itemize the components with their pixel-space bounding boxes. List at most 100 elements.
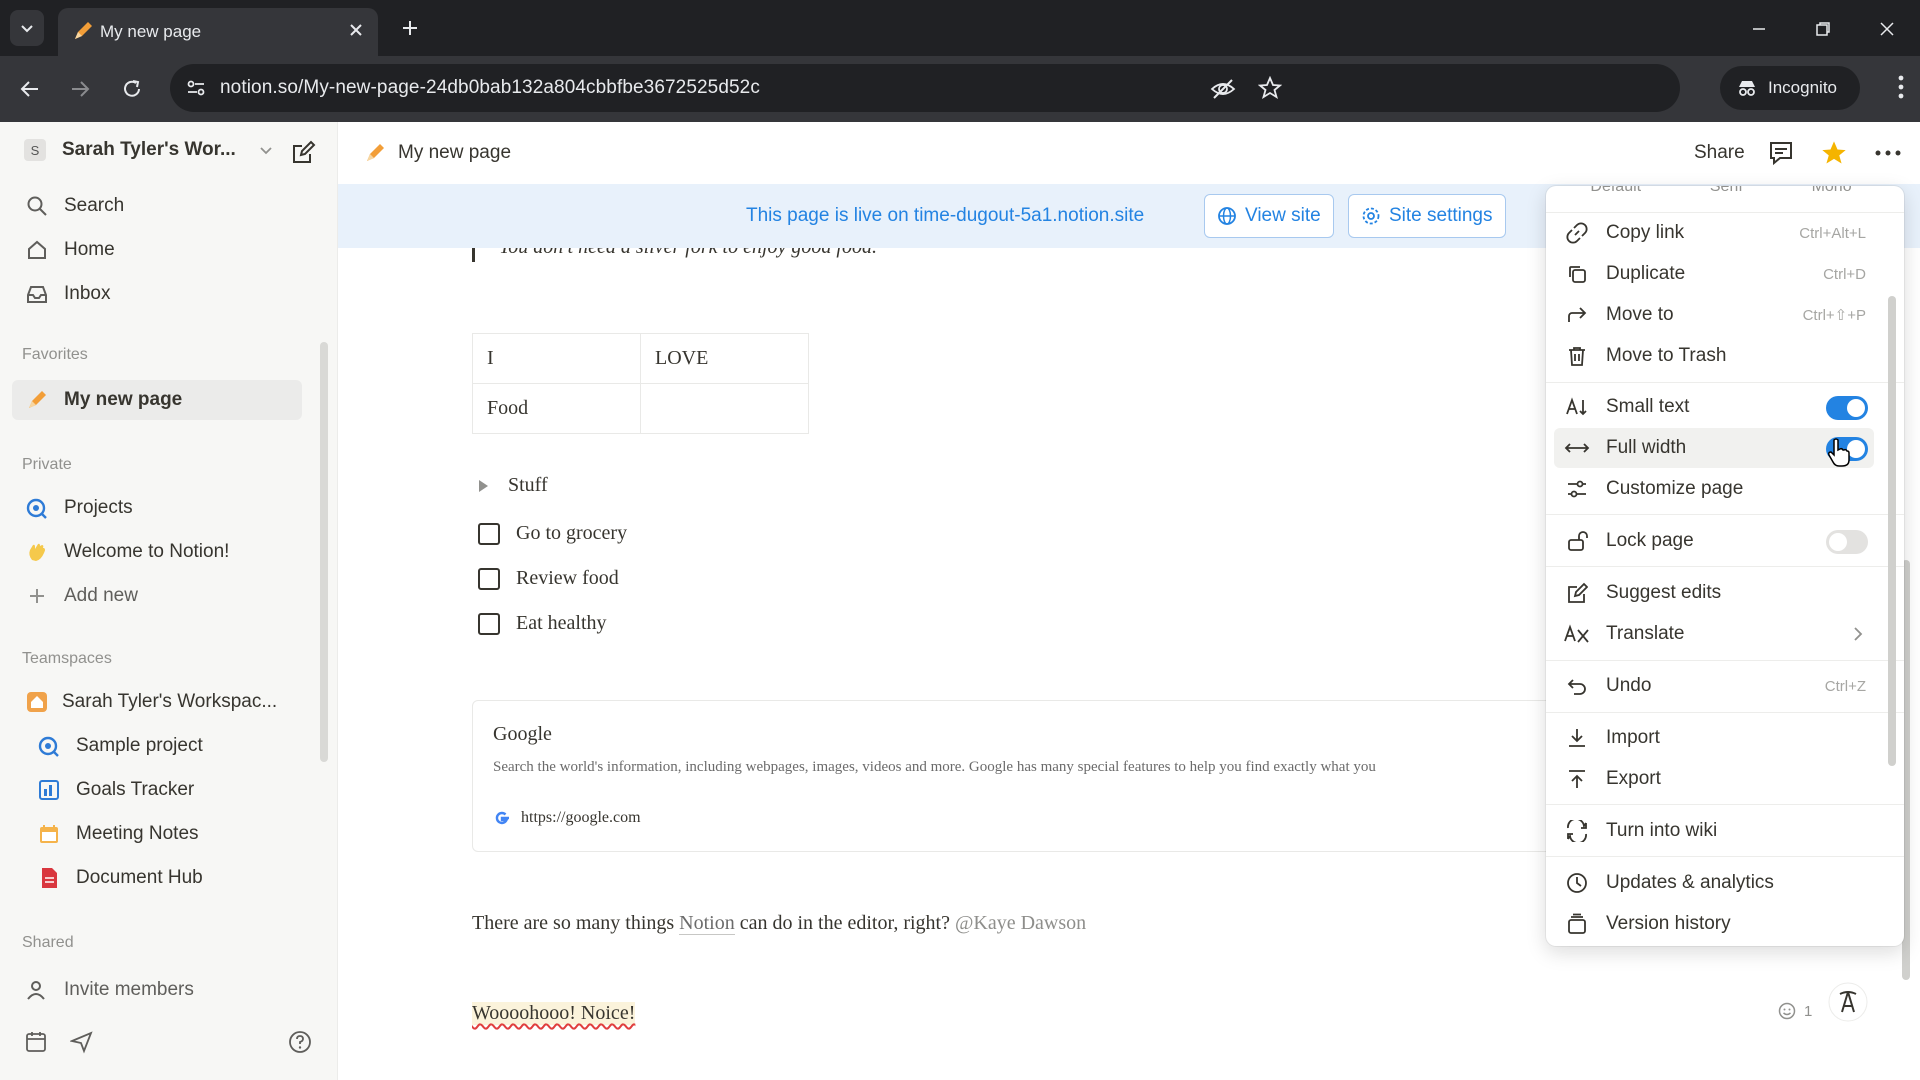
menu-scrollbar[interactable]: [1888, 296, 1896, 766]
menu-item-duplicate[interactable]: Duplicate Ctrl+D: [1554, 254, 1874, 294]
site-info-icon[interactable]: [184, 76, 208, 100]
sidebar-item-meeting-notes[interactable]: Meeting Notes: [12, 814, 302, 854]
font-option-mono[interactable]: Mono: [1812, 186, 1852, 196]
sidebar-item-my-new-page[interactable]: My new page: [12, 380, 302, 420]
user-mention[interactable]: @Kaye Dawson: [955, 912, 1086, 934]
menu-item-move-to-trash[interactable]: Move to Trash: [1554, 336, 1874, 376]
table-cell[interactable]: [640, 383, 809, 434]
invite-members-button[interactable]: Invite members: [12, 970, 302, 1010]
favorites-heading[interactable]: Favorites: [22, 346, 88, 364]
minimize-button[interactable]: [1744, 14, 1774, 44]
toggle-block[interactable]: Stuff: [476, 474, 548, 497]
share-button[interactable]: Share: [1694, 142, 1745, 164]
checkbox[interactable]: [478, 567, 500, 590]
todo-item[interactable]: Go to grocery: [478, 522, 627, 545]
notion-ai-icon[interactable]: [1828, 982, 1868, 1022]
menu-item-export[interactable]: Export: [1554, 759, 1874, 799]
toggle-knob: [1829, 533, 1847, 551]
incognito-indicator[interactable]: Incognito: [1720, 66, 1860, 110]
menu-item-translate[interactable]: Translate: [1554, 614, 1874, 654]
paragraph[interactable]: There are so many things Notion can do i…: [472, 912, 1086, 935]
reload-button[interactable]: [116, 73, 148, 105]
browser-tab[interactable]: My new page: [58, 8, 378, 56]
table-cell[interactable]: Food: [472, 383, 641, 434]
sidebar-item-add-new[interactable]: Add new: [12, 576, 302, 616]
close-tab-icon[interactable]: [346, 20, 366, 40]
font-option-default[interactable]: Default: [1590, 186, 1641, 196]
restore-button[interactable]: [1808, 14, 1838, 44]
bookmark-star-icon[interactable]: [1258, 76, 1282, 100]
table-cell[interactable]: I: [472, 333, 641, 384]
sidebar-item-document-hub[interactable]: Document Hub: [12, 858, 302, 898]
help-icon[interactable]: [288, 1030, 312, 1054]
undo-icon: [1564, 675, 1590, 697]
menu-item-suggest-edits[interactable]: Suggest edits: [1554, 573, 1874, 613]
forward-button[interactable]: [64, 73, 96, 105]
sidebar-scrollbar[interactable]: [320, 342, 328, 762]
sidebar-item-projects[interactable]: Projects: [12, 488, 302, 528]
menu-item-updates-analytics[interactable]: Updates & analytics: [1554, 863, 1874, 903]
shared-heading[interactable]: Shared: [22, 934, 74, 952]
menu-item-small-text[interactable]: Small text: [1554, 387, 1874, 427]
reaction-counter[interactable]: 1: [1778, 1002, 1812, 1020]
shortcut-hint: Ctrl+Alt+L: [1799, 224, 1866, 242]
sidebar-item-search[interactable]: Search: [12, 186, 302, 226]
sidebar-item-welcome[interactable]: Welcome to Notion!: [12, 532, 302, 572]
plus-icon: [403, 21, 417, 35]
sidebar-item-workspace[interactable]: Sarah Tyler's Workspac...: [12, 682, 302, 722]
new-page-button[interactable]: [290, 140, 316, 166]
checkbox[interactable]: [478, 522, 500, 545]
new-tab-button[interactable]: [396, 14, 424, 42]
bookmark-card[interactable]: Google Search the world's information, i…: [472, 700, 1578, 852]
menu-item-turn-into-wiki[interactable]: Turn into wiki: [1554, 811, 1874, 851]
browser-toolbar: notion.so/My-new-page-24db0bab132a804cbb…: [0, 56, 1920, 122]
sidebar-item-label: Add new: [64, 585, 138, 606]
menu-item-full-width[interactable]: Full width: [1554, 428, 1874, 468]
menu-item-lock-page[interactable]: Lock page: [1554, 521, 1874, 561]
menu-item-customize-page[interactable]: Customize page: [1554, 469, 1874, 509]
highlighted-paragraph[interactable]: Woooohooo! Noice!: [472, 1002, 636, 1025]
font-option-serif[interactable]: Serif: [1710, 186, 1743, 196]
triangle-right-icon[interactable]: [476, 479, 490, 493]
menu-item-import[interactable]: Import: [1554, 718, 1874, 758]
close-icon: [1880, 22, 1894, 36]
address-bar[interactable]: notion.so/My-new-page-24db0bab132a804cbb…: [170, 64, 1680, 112]
teamspaces-heading[interactable]: Teamspaces: [22, 650, 112, 668]
workspace-switcher[interactable]: S Sarah Tyler's Wor...: [12, 130, 302, 170]
todo-item[interactable]: Eat healthy: [478, 612, 607, 635]
sidebar-item-goals-tracker[interactable]: Goals Tracker: [12, 770, 302, 810]
menu-item-move-to[interactable]: Move to Ctrl+⇧+P: [1554, 295, 1874, 335]
browser-menu-button[interactable]: [1898, 74, 1904, 100]
toggle-knob: [1847, 399, 1865, 417]
view-site-button[interactable]: View site: [1204, 194, 1334, 238]
sidebar-item-home[interactable]: Home: [12, 230, 302, 270]
calendar-app-icon[interactable]: [24, 1030, 48, 1054]
table-cell[interactable]: LOVE: [640, 333, 809, 384]
favorite-star-icon[interactable]: [1820, 139, 1848, 167]
breadcrumb[interactable]: My new page: [364, 142, 511, 164]
close-window-button[interactable]: [1872, 14, 1902, 44]
menu-item-undo[interactable]: Undo Ctrl+Z: [1554, 666, 1874, 706]
site-settings-button[interactable]: Site settings: [1348, 194, 1506, 238]
quote-block[interactable]: You don't need a silver fork to enjoy go…: [472, 248, 877, 262]
back-button[interactable]: [14, 73, 46, 105]
lock-page-toggle[interactable]: [1826, 530, 1868, 554]
send-icon[interactable]: [70, 1030, 94, 1054]
small-text-toggle[interactable]: [1826, 396, 1868, 420]
checkbox[interactable]: [478, 612, 500, 635]
comments-icon[interactable]: [1768, 140, 1794, 166]
notion-link[interactable]: Notion: [679, 912, 735, 935]
shortcut-hint: Ctrl+D: [1823, 265, 1866, 283]
private-heading[interactable]: Private: [22, 456, 72, 474]
eye-slash-icon[interactable]: [1210, 76, 1236, 102]
bookmark-title: Google: [493, 723, 552, 745]
simple-table[interactable]: I LOVE Food: [472, 333, 809, 434]
menu-item-copy-link[interactable]: Copy link Ctrl+Alt+L: [1554, 213, 1874, 253]
todo-item[interactable]: Review food: [478, 567, 619, 590]
more-options-icon[interactable]: [1874, 150, 1902, 156]
tab-search-button[interactable]: [10, 10, 44, 46]
sidebar-item-inbox[interactable]: Inbox: [12, 274, 302, 314]
full-width-icon: [1564, 437, 1590, 459]
menu-item-version-history[interactable]: Version history: [1554, 904, 1874, 944]
sidebar-item-sample-project[interactable]: Sample project: [12, 726, 302, 766]
